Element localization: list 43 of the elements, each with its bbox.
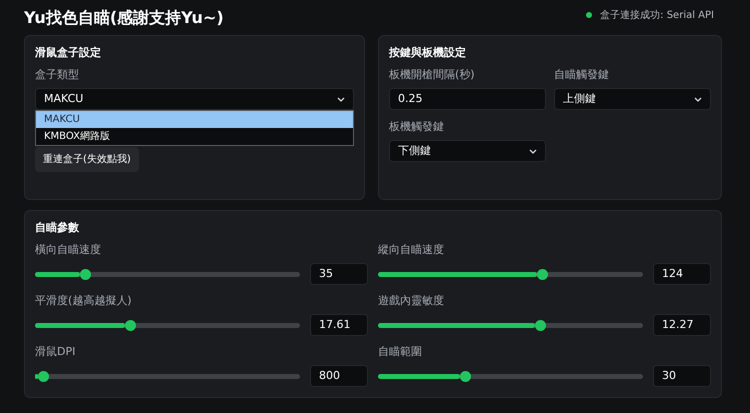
slider-track[interactable] (378, 374, 643, 378)
page-title: Yu找色自瞄(感謝支持Yu~) (24, 7, 224, 29)
value-field[interactable]: 12.27 (653, 314, 711, 336)
slider-label: 自瞄範圍 (378, 345, 423, 359)
slider-label: 橫向自瞄速度 (35, 243, 102, 257)
slider-thumb[interactable] (80, 268, 92, 280)
slider-track[interactable] (35, 322, 300, 328)
slider-label: 縱向自瞄速度 (378, 243, 445, 257)
value-field[interactable]: 800 (310, 365, 368, 387)
input-field[interactable]: 0.25 (389, 88, 546, 110)
slider-thumb[interactable] (534, 320, 546, 330)
section-title: 自瞄參數 (35, 221, 80, 235)
value-field[interactable]: 124 (653, 263, 711, 285)
slider-label: 滑鼠DPI (35, 345, 76, 359)
slider-label: 平滑度(越高越擬人) (35, 294, 133, 308)
value-field[interactable]: 30 (653, 365, 711, 387)
section-title: 按鍵與板機設定 (389, 46, 467, 60)
dropdown-option[interactable]: KMBOX網路版 (36, 128, 353, 145)
field-label: 盒子類型 (35, 68, 80, 82)
slider-thumb[interactable] (38, 370, 49, 382)
reconnect-button[interactable]: 重連盒子(失效點我) (35, 147, 139, 172)
field-label: 板機開槍間隔(秒) (389, 68, 476, 82)
section-title: 滑鼠盒子設定 (35, 46, 102, 60)
chevron-down-icon (529, 148, 537, 154)
connection-status: 盒子連接成功: Serial API (600, 8, 714, 22)
chevron-down-icon (337, 96, 345, 102)
value-field[interactable]: 17.61 (310, 314, 368, 336)
slider-thumb[interactable] (537, 268, 548, 280)
slider-label: 遊戲內靈敏度 (378, 294, 445, 308)
field-label: 板機觸發鍵 (389, 120, 445, 134)
chevron-down-icon (694, 96, 702, 102)
slider-thumb[interactable] (460, 370, 472, 382)
slider-track[interactable] (35, 374, 300, 378)
value-field[interactable]: 35 (310, 263, 368, 285)
slider-track[interactable] (35, 272, 300, 276)
select-field[interactable]: MAKCU (35, 88, 354, 110)
slider-track[interactable] (378, 322, 643, 328)
dropdown-option[interactable]: MAKCU (36, 111, 353, 128)
select-field[interactable]: 下側鍵 (389, 140, 546, 162)
slider-track[interactable] (378, 272, 643, 276)
slider-thumb[interactable] (125, 320, 136, 330)
select-field[interactable]: 上側鍵 (554, 88, 711, 110)
field-label: 自瞄觸發鍵 (554, 68, 610, 82)
